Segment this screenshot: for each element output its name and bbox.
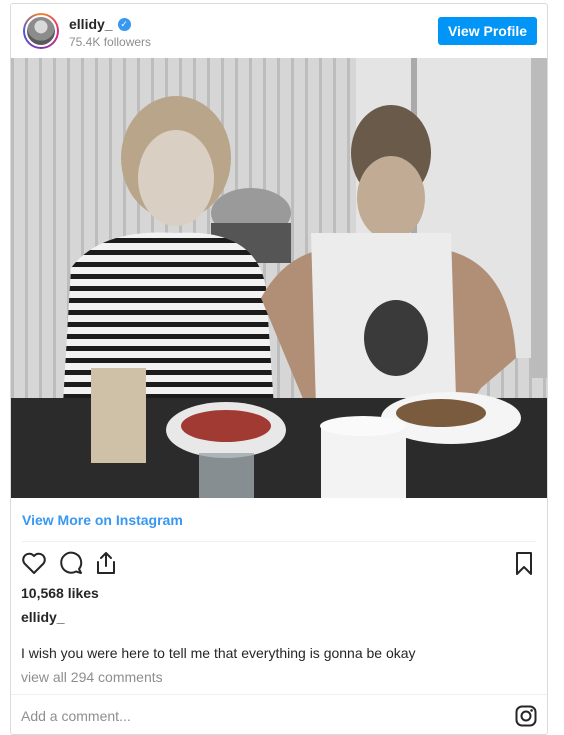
bookmark-icon[interactable] [510,549,538,577]
heart-icon[interactable] [20,549,48,577]
username-link[interactable]: ellidy_ [69,16,113,32]
view-comments-link[interactable]: view all 294 comments [21,669,163,685]
caption-text: I wish you were here to tell me that eve… [21,645,416,661]
comment-icon[interactable] [56,549,84,577]
action-bar [20,549,538,579]
view-more-link[interactable]: View More on Instagram [22,512,183,528]
instagram-icon[interactable] [515,705,537,727]
post-photo[interactable] [11,58,547,498]
post-photo-image [11,58,547,498]
avatar[interactable] [23,13,59,49]
username-row: ellidy_ ✓ [69,16,131,32]
verified-badge-icon: ✓ [117,17,131,31]
comment-bar [11,694,547,735]
divider [22,541,536,542]
share-icon[interactable] [92,549,120,577]
follower-count: 75.4K followers [69,35,152,49]
post-header: ellidy_ ✓ 75.4K followers View Profile [11,4,547,58]
caption-username[interactable]: ellidy_ [21,609,65,625]
like-count[interactable]: 10,568 likes [21,585,99,601]
view-profile-button[interactable]: View Profile [438,17,537,45]
comment-input[interactable] [21,706,481,726]
avatar-image [25,15,57,47]
instagram-embed-card: ellidy_ ✓ 75.4K followers View Profile V… [10,3,548,735]
